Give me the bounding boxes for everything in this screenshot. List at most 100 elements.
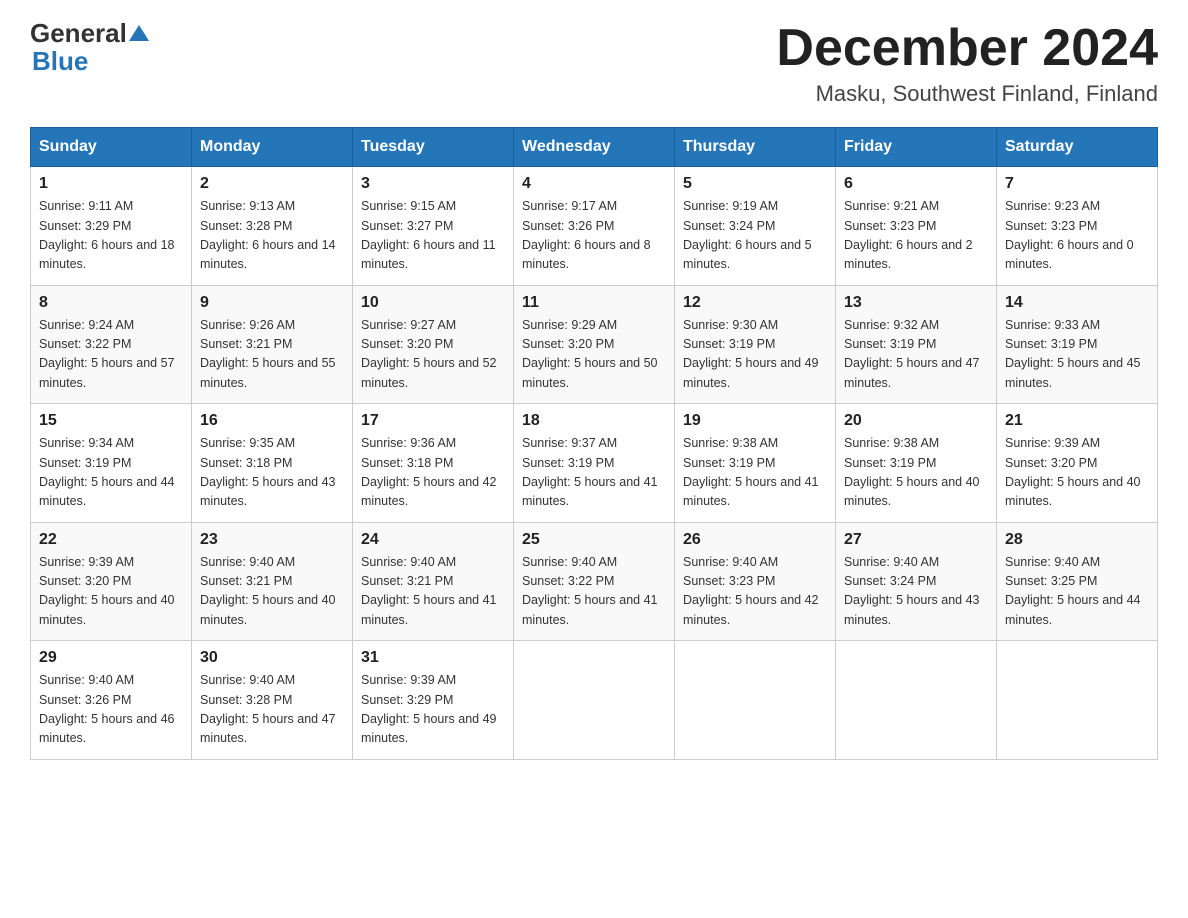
day-info: Sunrise: 9:13 AMSunset: 3:28 PMDaylight:… <box>200 197 344 275</box>
day-cell: 21 Sunrise: 9:39 AMSunset: 3:20 PMDaylig… <box>997 404 1158 523</box>
logo: General Blue <box>30 20 149 77</box>
day-number: 21 <box>1005 412 1149 430</box>
day-cell: 11 Sunrise: 9:29 AMSunset: 3:20 PMDaylig… <box>514 285 675 404</box>
day-cell: 12 Sunrise: 9:30 AMSunset: 3:19 PMDaylig… <box>675 285 836 404</box>
day-info: Sunrise: 9:40 AMSunset: 3:24 PMDaylight:… <box>844 553 988 631</box>
day-info: Sunrise: 9:40 AMSunset: 3:21 PMDaylight:… <box>200 553 344 631</box>
week-row-4: 22 Sunrise: 9:39 AMSunset: 3:20 PMDaylig… <box>31 522 1158 641</box>
day-number: 24 <box>361 531 505 549</box>
day-number: 7 <box>1005 175 1149 193</box>
day-number: 15 <box>39 412 183 430</box>
title-block: December 2024 Masku, Southwest Finland, … <box>776 20 1158 107</box>
day-cell: 30 Sunrise: 9:40 AMSunset: 3:28 PMDaylig… <box>192 641 353 760</box>
day-number: 10 <box>361 294 505 312</box>
week-row-3: 15 Sunrise: 9:34 AMSunset: 3:19 PMDaylig… <box>31 404 1158 523</box>
day-info: Sunrise: 9:34 AMSunset: 3:19 PMDaylight:… <box>39 434 183 512</box>
day-info: Sunrise: 9:26 AMSunset: 3:21 PMDaylight:… <box>200 316 344 394</box>
week-row-1: 1 Sunrise: 9:11 AMSunset: 3:29 PMDayligh… <box>31 167 1158 286</box>
day-cell: 16 Sunrise: 9:35 AMSunset: 3:18 PMDaylig… <box>192 404 353 523</box>
day-cell: 28 Sunrise: 9:40 AMSunset: 3:25 PMDaylig… <box>997 522 1158 641</box>
day-number: 6 <box>844 175 988 193</box>
day-cell: 27 Sunrise: 9:40 AMSunset: 3:24 PMDaylig… <box>836 522 997 641</box>
day-info: Sunrise: 9:40 AMSunset: 3:23 PMDaylight:… <box>683 553 827 631</box>
day-number: 30 <box>200 649 344 667</box>
weekday-header-monday: Monday <box>192 128 353 167</box>
day-info: Sunrise: 9:38 AMSunset: 3:19 PMDaylight:… <box>683 434 827 512</box>
day-cell: 23 Sunrise: 9:40 AMSunset: 3:21 PMDaylig… <box>192 522 353 641</box>
weekday-header-tuesday: Tuesday <box>353 128 514 167</box>
day-info: Sunrise: 9:40 AMSunset: 3:21 PMDaylight:… <box>361 553 505 631</box>
day-cell: 25 Sunrise: 9:40 AMSunset: 3:22 PMDaylig… <box>514 522 675 641</box>
day-info: Sunrise: 9:39 AMSunset: 3:29 PMDaylight:… <box>361 671 505 749</box>
day-number: 9 <box>200 294 344 312</box>
day-info: Sunrise: 9:39 AMSunset: 3:20 PMDaylight:… <box>1005 434 1149 512</box>
day-info: Sunrise: 9:40 AMSunset: 3:26 PMDaylight:… <box>39 671 183 749</box>
day-number: 27 <box>844 531 988 549</box>
day-cell: 10 Sunrise: 9:27 AMSunset: 3:20 PMDaylig… <box>353 285 514 404</box>
day-cell: 8 Sunrise: 9:24 AMSunset: 3:22 PMDayligh… <box>31 285 192 404</box>
weekday-header-sunday: Sunday <box>31 128 192 167</box>
day-cell <box>836 641 997 760</box>
day-cell: 26 Sunrise: 9:40 AMSunset: 3:23 PMDaylig… <box>675 522 836 641</box>
day-cell: 17 Sunrise: 9:36 AMSunset: 3:18 PMDaylig… <box>353 404 514 523</box>
day-cell: 9 Sunrise: 9:26 AMSunset: 3:21 PMDayligh… <box>192 285 353 404</box>
day-info: Sunrise: 9:40 AMSunset: 3:28 PMDaylight:… <box>200 671 344 749</box>
day-number: 25 <box>522 531 666 549</box>
day-info: Sunrise: 9:37 AMSunset: 3:19 PMDaylight:… <box>522 434 666 512</box>
calendar-table: SundayMondayTuesdayWednesdayThursdayFrid… <box>30 127 1158 760</box>
day-number: 4 <box>522 175 666 193</box>
day-cell: 15 Sunrise: 9:34 AMSunset: 3:19 PMDaylig… <box>31 404 192 523</box>
day-info: Sunrise: 9:21 AMSunset: 3:23 PMDaylight:… <box>844 197 988 275</box>
day-cell <box>675 641 836 760</box>
day-info: Sunrise: 9:35 AMSunset: 3:18 PMDaylight:… <box>200 434 344 512</box>
day-info: Sunrise: 9:33 AMSunset: 3:19 PMDaylight:… <box>1005 316 1149 394</box>
day-cell: 24 Sunrise: 9:40 AMSunset: 3:21 PMDaylig… <box>353 522 514 641</box>
day-number: 23 <box>200 531 344 549</box>
day-cell: 22 Sunrise: 9:39 AMSunset: 3:20 PMDaylig… <box>31 522 192 641</box>
day-number: 8 <box>39 294 183 312</box>
day-info: Sunrise: 9:24 AMSunset: 3:22 PMDaylight:… <box>39 316 183 394</box>
day-number: 3 <box>361 175 505 193</box>
month-title: December 2024 <box>776 20 1158 77</box>
day-info: Sunrise: 9:27 AMSunset: 3:20 PMDaylight:… <box>361 316 505 394</box>
day-cell: 2 Sunrise: 9:13 AMSunset: 3:28 PMDayligh… <box>192 167 353 286</box>
day-number: 22 <box>39 531 183 549</box>
day-cell: 1 Sunrise: 9:11 AMSunset: 3:29 PMDayligh… <box>31 167 192 286</box>
day-number: 28 <box>1005 531 1149 549</box>
day-info: Sunrise: 9:36 AMSunset: 3:18 PMDaylight:… <box>361 434 505 512</box>
day-info: Sunrise: 9:38 AMSunset: 3:19 PMDaylight:… <box>844 434 988 512</box>
day-cell: 18 Sunrise: 9:37 AMSunset: 3:19 PMDaylig… <box>514 404 675 523</box>
day-number: 14 <box>1005 294 1149 312</box>
weekday-header-wednesday: Wednesday <box>514 128 675 167</box>
day-number: 19 <box>683 412 827 430</box>
day-info: Sunrise: 9:40 AMSunset: 3:25 PMDaylight:… <box>1005 553 1149 631</box>
weekday-header-thursday: Thursday <box>675 128 836 167</box>
day-number: 1 <box>39 175 183 193</box>
day-cell: 3 Sunrise: 9:15 AMSunset: 3:27 PMDayligh… <box>353 167 514 286</box>
day-info: Sunrise: 9:29 AMSunset: 3:20 PMDaylight:… <box>522 316 666 394</box>
day-number: 12 <box>683 294 827 312</box>
day-cell: 4 Sunrise: 9:17 AMSunset: 3:26 PMDayligh… <box>514 167 675 286</box>
day-cell <box>997 641 1158 760</box>
day-number: 18 <box>522 412 666 430</box>
day-info: Sunrise: 9:32 AMSunset: 3:19 PMDaylight:… <box>844 316 988 394</box>
day-number: 2 <box>200 175 344 193</box>
day-info: Sunrise: 9:15 AMSunset: 3:27 PMDaylight:… <box>361 197 505 275</box>
day-cell: 13 Sunrise: 9:32 AMSunset: 3:19 PMDaylig… <box>836 285 997 404</box>
location-text: Masku, Southwest Finland, Finland <box>776 81 1158 107</box>
week-row-2: 8 Sunrise: 9:24 AMSunset: 3:22 PMDayligh… <box>31 285 1158 404</box>
day-info: Sunrise: 9:11 AMSunset: 3:29 PMDaylight:… <box>39 197 183 275</box>
day-cell: 29 Sunrise: 9:40 AMSunset: 3:26 PMDaylig… <box>31 641 192 760</box>
day-number: 17 <box>361 412 505 430</box>
day-info: Sunrise: 9:23 AMSunset: 3:23 PMDaylight:… <box>1005 197 1149 275</box>
day-number: 11 <box>522 294 666 312</box>
day-cell: 5 Sunrise: 9:19 AMSunset: 3:24 PMDayligh… <box>675 167 836 286</box>
weekday-header-row: SundayMondayTuesdayWednesdayThursdayFrid… <box>31 128 1158 167</box>
weekday-header-saturday: Saturday <box>997 128 1158 167</box>
logo-triangle-icon <box>129 23 149 43</box>
day-number: 31 <box>361 649 505 667</box>
weekday-header-friday: Friday <box>836 128 997 167</box>
day-info: Sunrise: 9:17 AMSunset: 3:26 PMDaylight:… <box>522 197 666 275</box>
day-number: 20 <box>844 412 988 430</box>
day-info: Sunrise: 9:30 AMSunset: 3:19 PMDaylight:… <box>683 316 827 394</box>
